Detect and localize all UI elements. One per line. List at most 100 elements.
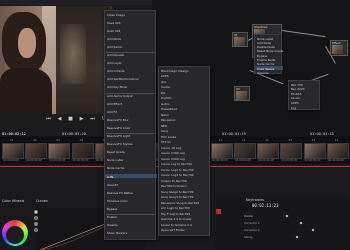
menu-item[interactable]: ResolveFX Stylize [107,142,132,146]
menu-item[interactable]: ResolveFX Color [107,126,130,130]
menu-item[interactable]: Nikon [161,113,169,117]
menu-item[interactable]: Linear [291,96,300,100]
curve-red-channel[interactable] [34,216,38,220]
menu-item[interactable]: Add Outside [107,69,125,73]
stop-button[interactable]: ■ [68,116,74,122]
menu-item[interactable]: Canon C300 Log [161,151,185,155]
node-effect[interactable]: Effect [330,40,348,56]
menu-item[interactable]: Show Markers [107,231,127,235]
keyframe-track[interactable]: Master [244,214,254,218]
menu-item[interactable]: Add Layer [107,61,122,65]
record-icon[interactable] [216,209,221,214]
timeline-clip[interactable] [234,143,256,159]
menu-item[interactable]: ACES [291,101,299,105]
curve-white-channel[interactable] [34,210,38,214]
menu-item[interactable]: Disable [107,223,118,227]
curve-green-channel[interactable] [34,222,38,226]
menu-item[interactable]: ACES [161,74,169,78]
menu-item[interactable]: Add FX [107,110,117,114]
menu-item[interactable]: Gamma 2.4 to Linear [161,217,192,221]
menu-item[interactable]: Canon Log2 to Rec709 [161,168,194,172]
menu-item[interactable]: Canon Log3 to Rec709 [161,173,194,177]
menu-item[interactable]: Add Parallel [107,53,124,57]
timeline-clip[interactable] [280,143,303,159]
menu-item[interactable]: Resolve FX Refine [107,191,133,195]
menu-item[interactable]: Canon Log to Rec709 [161,162,192,166]
menu-item[interactable]: Gamma [257,71,268,75]
menu-item[interactable]: Arri LogC to Rec709 [161,206,190,210]
menu-item[interactable]: Blackmagic Design [161,69,189,73]
menu-item[interactable]: Timeline Color [107,199,128,203]
timeline-clip[interactable] [48,143,71,159]
clip-timecode: 01:00:03:20 [62,132,86,136]
menu-item[interactable]: Add Splitter/Combiner [107,77,139,81]
menu-item[interactable]: OpenFX [107,183,118,187]
viewer-image[interactable] [0,6,112,114]
menu-item[interactable]: VFX IO [161,140,171,144]
menu-item[interactable]: Log [291,106,296,110]
menu-item[interactable]: Sony SLog2 to Rec709 [161,190,193,194]
menu-item[interactable]: Rec709 to Cineon [161,184,187,188]
menu-item[interactable]: Open LUT Folder [161,228,185,232]
go-to-end-button[interactable]: ⏭ [90,116,96,122]
timeline-clip[interactable] [25,143,48,159]
menu-item[interactable]: Fujifilm [161,96,171,100]
menu-item[interactable]: ResolveFX Light [107,134,130,138]
menu-item[interactable]: Bypass [107,207,117,211]
scene-light [60,24,86,84]
timeline-clip[interactable] [71,143,94,159]
menu-item[interactable]: Reset Grade [107,150,125,154]
menu-item[interactable]: Rec.709 [291,83,303,87]
clip-timecode: 00:00:00:00 [49,159,66,162]
menu-item[interactable]: DJI [161,91,165,95]
menu-item[interactable]: Cineon to Rec709 [161,179,187,183]
menu-item[interactable]: LUTs [107,175,113,179]
timeline-clip[interactable] [303,143,326,159]
menu-item[interactable]: Add Node [107,37,121,41]
menu-item[interactable]: ResolveFX Blur [107,118,129,122]
menu-item[interactable]: Save Still [107,21,120,25]
menu-item[interactable]: Add Effect [107,102,122,106]
clip-timecode: 00:00:00:00 [211,159,228,162]
menu-item[interactable]: Linear to Gamma 2.4 [161,223,192,227]
menu-item[interactable]: Fuji F-Log to Rec709 [161,212,190,216]
menu-item[interactable]: Add Key Mixer [107,85,128,89]
timeline-timecode-end: 01:00:03:15 [310,132,334,136]
menu-item[interactable]: Add Alpha Output [107,94,133,98]
menu-item[interactable]: Rec.2020 [291,87,305,91]
menu-item[interactable]: Node Label [107,158,123,162]
play-reverse-button[interactable]: ◀ [57,116,63,122]
menu-item[interactable]: Canon C500 Log [161,157,185,161]
curve-blue-channel[interactable] [34,228,38,232]
timeline-clip[interactable] [2,143,24,159]
menu-item[interactable]: Sony SLog3 to Rec709 [161,195,193,199]
menu-item[interactable]: Hasselblad [161,107,177,111]
menu-item[interactable]: Add Serial [107,45,122,49]
keyframe-track[interactable]: Sizing [244,235,252,239]
menu-item[interactable]: Close Image [107,13,125,17]
menu-item[interactable]: Panasonic [161,118,176,122]
keyframe-track[interactable]: Corrector 1 [244,221,260,225]
clip-number: 15 [334,138,339,142]
menu-item[interactable]: Enable [107,215,117,219]
clip-number: 03 [56,138,60,142]
timeline-clip[interactable] [326,143,349,159]
menu-item[interactable]: Sony [161,129,168,133]
menu-item[interactable]: Panasonic VLog to Rec709 [161,201,199,205]
menu-item[interactable]: Film Looks [161,135,176,139]
node-03[interactable]: 03 [234,86,250,101]
menu-item[interactable]: Arri [161,80,166,84]
timeline-clip[interactable] [257,143,280,159]
play-button[interactable]: ▶ [79,116,85,122]
menu-item[interactable]: RED [161,124,167,128]
menu-item[interactable]: P3-D65 [291,92,302,96]
menu-item[interactable]: Grab Still [107,29,120,33]
menu-item[interactable]: Canon 1D Log [161,146,181,150]
menu-item[interactable]: Canon [161,85,170,89]
node-01[interactable]: 01 [232,32,248,47]
keyframe-track[interactable]: Corrector 2 [244,228,260,232]
menu-item[interactable]: GoPro [161,102,170,106]
timeline-clip[interactable] [210,143,233,159]
menu-item[interactable]: Node Cache [107,166,124,170]
go-to-start-button[interactable]: ⏮ [46,116,52,122]
